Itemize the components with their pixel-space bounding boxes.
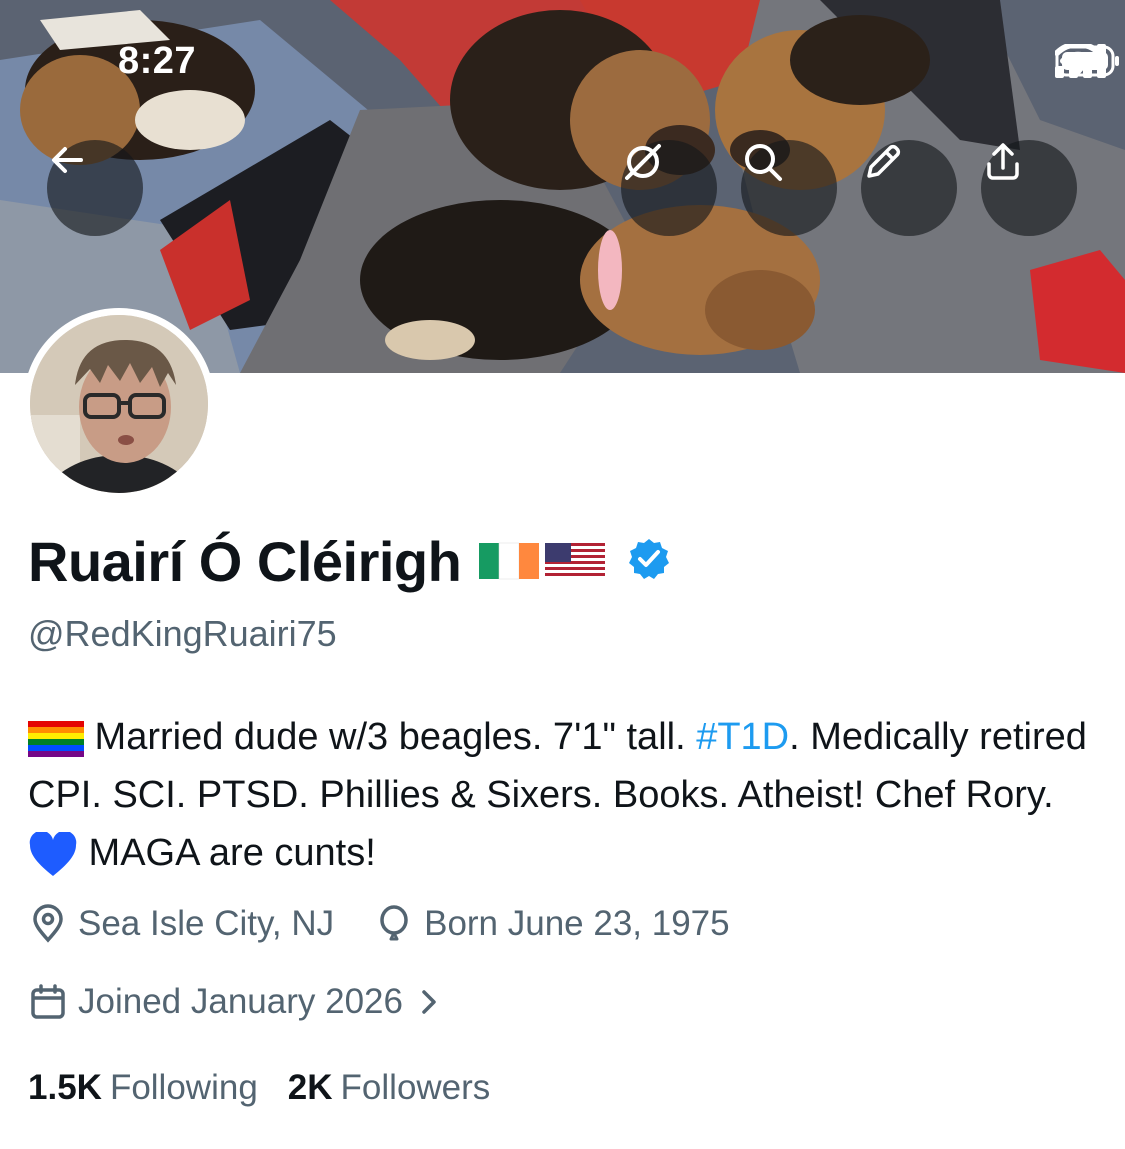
share-icon (987, 143, 1019, 180)
profile-name-row: Ruairí Ó Cléirigh (28, 528, 671, 594)
balloon-icon (380, 905, 408, 941)
follow-counts: 1.5K Following 2K Followers (28, 1068, 490, 1108)
back-button[interactable] (47, 140, 143, 236)
grok-button[interactable] (621, 140, 717, 236)
profile-handle: @RedKingRuairi75 (28, 613, 337, 654)
back-arrow-icon (52, 147, 83, 173)
display-name: Ruairí Ó Cléirigh (28, 529, 462, 593)
followers-count: 2K (287, 1068, 333, 1107)
joined-text: Joined January 2026 (78, 982, 403, 1021)
avatar-portrait (30, 315, 208, 493)
bio-text-3: MAGA are cunts! (78, 832, 376, 874)
profile-avatar[interactable] (23, 308, 215, 500)
avatar-photo (30, 315, 208, 493)
bio-text-1: Married dude w/3 beagles. 7'1" tall. (84, 716, 697, 758)
following-count: 1.5K (28, 1068, 102, 1107)
verified-badge-icon[interactable] (627, 537, 671, 586)
usa-flag-icon (545, 543, 606, 579)
calendar-icon (31, 984, 65, 1019)
following-link[interactable]: 1.5K Following (28, 1068, 258, 1108)
ireland-flag-icon (479, 542, 540, 580)
blue-heart-icon (29, 831, 77, 876)
status-time: 8:27 (118, 40, 197, 82)
battery-icon (1055, 45, 1119, 77)
profile-banner[interactable]: 8:27 (0, 0, 1125, 373)
pencil-icon (867, 144, 901, 178)
following-label: Following (109, 1068, 258, 1107)
profile-meta-row: Sea Isle City, NJ Born June 23, 1975 (28, 904, 730, 944)
search-icon (745, 144, 782, 181)
followers-link[interactable]: 2K Followers (288, 1068, 491, 1108)
search-button[interactable] (741, 140, 837, 236)
chevron-right-icon (422, 990, 436, 1014)
bio-hashtag-link[interactable]: #T1D (696, 716, 789, 758)
rainbow-flag-icon (28, 720, 84, 757)
edit-button[interactable] (861, 140, 957, 236)
followers-label: Followers (340, 1068, 491, 1107)
joined-item[interactable]: Joined January 2026 (28, 982, 455, 1022)
location-item: Sea Isle City, NJ (28, 904, 334, 944)
share-button[interactable] (981, 140, 1077, 236)
name-flags (479, 541, 606, 581)
location-pin-icon (33, 904, 63, 943)
grok-icon (625, 144, 661, 180)
location-text: Sea Isle City, NJ (78, 904, 335, 943)
birthday-item: Born June 23, 1975 (374, 904, 730, 944)
birthday-text: Born June 23, 1975 (424, 904, 730, 943)
profile-bio: Married dude w/3 beagles. 7'1" tall. #T1… (28, 708, 1103, 882)
joined-row[interactable]: Joined January 2026 (28, 982, 455, 1022)
